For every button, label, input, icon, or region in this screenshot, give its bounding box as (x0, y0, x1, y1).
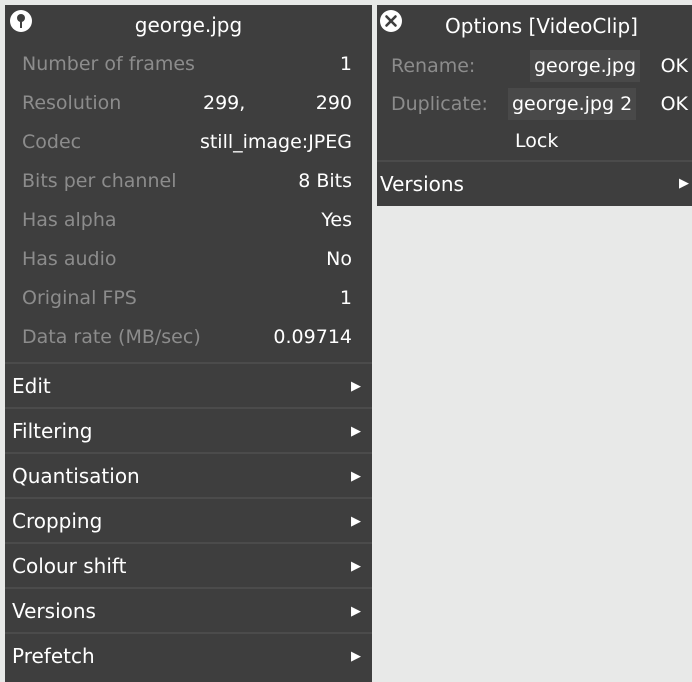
rename-input[interactable]: george.jpg (530, 50, 641, 82)
info-label: Original FPS (22, 287, 137, 309)
section-label: Quantisation (12, 464, 140, 488)
section-label: Colour shift (12, 554, 127, 578)
expand-arrow-icon: ▶ (351, 649, 361, 664)
close-icon[interactable] (380, 10, 402, 32)
info-row-alpha: Has alpha Yes (5, 201, 372, 240)
lock-button[interactable]: Lock (377, 123, 692, 160)
resolution-width: 299, (203, 92, 246, 114)
rename-label: Rename: (391, 55, 476, 77)
expand-arrow-icon: ▶ (351, 514, 361, 529)
info-row-resolution: Resolution 299, 290 (5, 84, 372, 123)
section-cropping[interactable]: Cropping ▶ (5, 497, 372, 542)
info-row-codec: Codec still_image:JPEG (5, 123, 372, 162)
options-versions-section[interactable]: Versions ▶ (377, 160, 692, 204)
clip-panel-header: george.jpg (5, 5, 372, 45)
section-label: Edit (12, 374, 51, 398)
rename-ok-button[interactable]: OK (661, 47, 688, 85)
clip-title: george.jpg (134, 13, 243, 37)
options-panel-header: Options [VideoClip] (377, 5, 692, 47)
duplicate-row: Duplicate: george.jpg 2 OK (377, 85, 692, 123)
info-row-bits: Bits per channel 8 Bits (5, 162, 372, 201)
info-label: Data rate (MB/sec) (22, 326, 201, 348)
info-value: still_image:JPEG (199, 131, 352, 153)
section-label: Prefetch (12, 644, 95, 668)
expand-arrow-icon: ▶ (351, 424, 361, 439)
info-row-audio: Has audio No (5, 240, 372, 279)
expand-arrow-icon: ▶ (679, 176, 689, 191)
clip-info-panel: george.jpg Number of frames 1 Resolution… (5, 5, 372, 682)
lock-label: Lock (515, 130, 559, 152)
info-row-frames: Number of frames 1 (5, 45, 372, 84)
expand-arrow-icon: ▶ (351, 604, 361, 619)
info-label: Codec (22, 131, 82, 153)
section-prefetch[interactable]: Prefetch ▶ (5, 632, 372, 677)
section-quantisation[interactable]: Quantisation ▶ (5, 452, 372, 497)
duplicate-ok-button[interactable]: OK (661, 85, 688, 123)
expand-arrow-icon: ▶ (351, 469, 361, 484)
duplicate-input[interactable]: george.jpg 2 (508, 88, 637, 120)
info-value: Yes (321, 209, 352, 231)
section-versions[interactable]: Versions ▶ (5, 587, 372, 632)
info-value: 1 (339, 53, 352, 75)
info-label: Has alpha (22, 209, 117, 231)
options-title: Options [VideoClip] (445, 14, 638, 38)
info-value: No (326, 248, 352, 270)
info-value: 8 Bits (298, 170, 352, 192)
section-colour-shift[interactable]: Colour shift ▶ (5, 542, 372, 587)
pin-icon[interactable] (10, 10, 32, 32)
section-filtering[interactable]: Filtering ▶ (5, 407, 372, 452)
info-row-fps: Original FPS 1 (5, 279, 372, 318)
info-label: Number of frames (22, 53, 195, 75)
versions-label: Versions (380, 172, 464, 196)
section-label: Versions (12, 599, 96, 623)
section-edit[interactable]: Edit ▶ (5, 362, 372, 407)
options-panel: Options [VideoClip] Rename: george.jpg O… (377, 5, 692, 206)
resolution-height: 290 (315, 92, 352, 114)
info-row-datarate: Data rate (MB/sec) 0.09714 (5, 318, 372, 357)
expand-arrow-icon: ▶ (351, 559, 361, 574)
section-label: Filtering (12, 419, 93, 443)
info-label: Bits per channel (22, 170, 177, 192)
rename-row: Rename: george.jpg OK (377, 47, 692, 85)
duplicate-label: Duplicate: (391, 93, 488, 115)
section-label: Cropping (12, 509, 103, 533)
info-value: 1 (339, 287, 352, 309)
info-label: Resolution (22, 92, 122, 114)
info-label: Has audio (22, 248, 117, 270)
expand-arrow-icon: ▶ (351, 379, 361, 394)
info-value: 0.09714 (273, 326, 352, 348)
